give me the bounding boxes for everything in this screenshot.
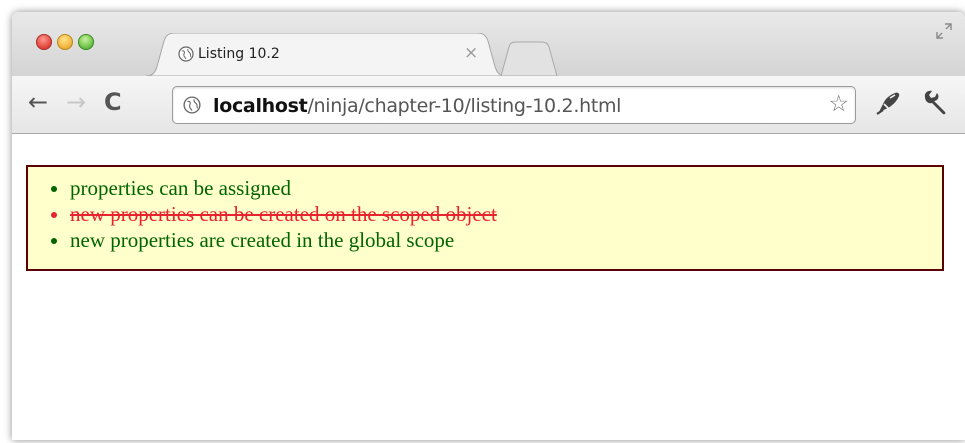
tab-strip: Listing 10.2 × (12, 12, 965, 76)
tab-close-icon[interactable]: × (464, 43, 478, 63)
result-item: new properties can be created on the sco… (70, 201, 942, 227)
pen-extension-icon[interactable] (875, 90, 903, 116)
url-text: localhost/ninja/chapter-10/listing-10.2.… (213, 95, 621, 117)
reload-button[interactable]: C (104, 90, 122, 114)
star-icon[interactable]: ☆ (828, 91, 849, 117)
resize-icon[interactable] (935, 22, 953, 40)
globe-icon (183, 96, 201, 114)
back-button[interactable]: ← (28, 90, 48, 114)
globe-icon (178, 46, 194, 62)
tab-title: Listing 10.2 (198, 46, 280, 62)
result-item: new properties are created in the global… (70, 227, 942, 253)
browser-window: Listing 10.2 × ← → C localhost/ninja/cha… (12, 12, 965, 440)
wrench-icon[interactable] (919, 90, 949, 116)
url-path: /ninja/chapter-10/listing-10.2.html (307, 95, 622, 117)
page-content: properties can be assignednew properties… (12, 134, 965, 440)
tab-listing[interactable]: Listing 10.2 × (146, 33, 506, 76)
address-bar[interactable]: localhost/ninja/chapter-10/listing-10.2.… (172, 86, 856, 124)
close-window-button[interactable] (36, 34, 52, 50)
minimize-window-button[interactable] (57, 34, 73, 50)
url-host: localhost (213, 95, 308, 117)
results-list: properties can be assignednew properties… (26, 165, 944, 271)
browser-toolbar: ← → C localhost/ninja/chapter-10/listing… (12, 76, 965, 134)
result-item: properties can be assigned (70, 175, 942, 201)
new-tab-button[interactable] (499, 41, 559, 76)
forward-button[interactable]: → (66, 90, 86, 114)
zoom-window-button[interactable] (78, 34, 94, 50)
